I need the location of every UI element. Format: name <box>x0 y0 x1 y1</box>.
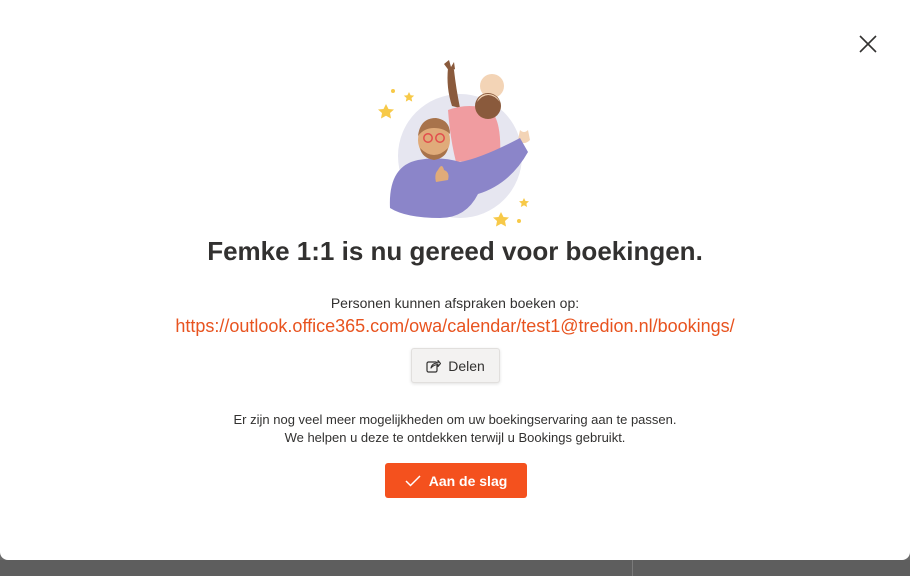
share-button-label: Delen <box>448 357 485 374</box>
info-text-line-1: Er zijn nog veel meer mogelijkheden om u… <box>233 412 677 427</box>
share-icon <box>426 359 442 373</box>
checkmark-icon <box>405 474 421 487</box>
backdrop-divider <box>632 560 633 576</box>
close-icon <box>859 35 877 53</box>
get-started-button-label: Aan de slag <box>428 472 508 489</box>
page-backdrop <box>0 560 910 576</box>
info-text-line-2: We helpen u deze te ontdekken terwijl u … <box>284 430 626 445</box>
celebration-illustration <box>378 60 530 227</box>
booking-link-caption: Personen kunnen afspraken boeken op: <box>330 295 580 311</box>
booking-page-link[interactable]: https://outlook.office365.com/owa/calend… <box>0 313 910 339</box>
dialog-title: Femke 1:1 is nu gereed voor boekingen. <box>207 236 703 266</box>
get-started-button[interactable]: Aan de slag <box>385 463 527 498</box>
bookings-ready-dialog: Femke 1:1 is nu gereed voor boekingen. P… <box>0 0 910 560</box>
share-button[interactable]: Delen <box>411 348 500 383</box>
close-button[interactable] <box>852 28 884 60</box>
